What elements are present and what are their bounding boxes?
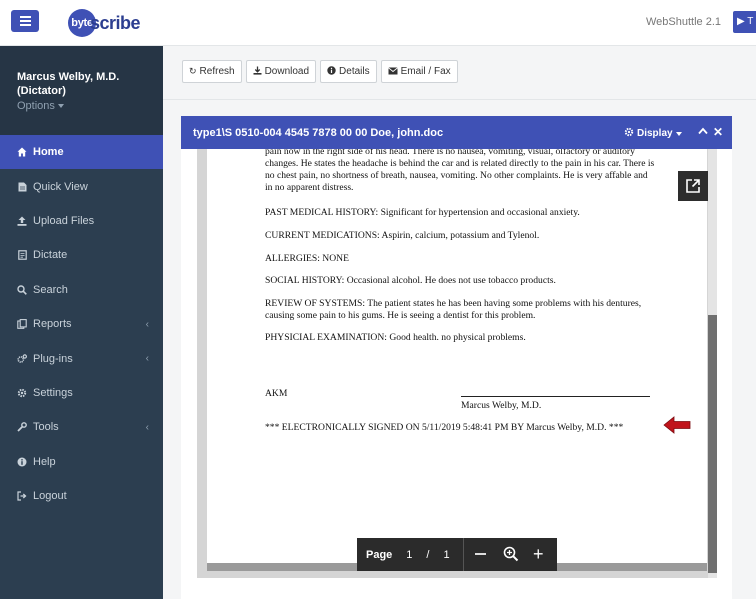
hpi-cut-line: pain now in the right side of his head. … (265, 149, 635, 157)
refresh-button[interactable]: ↻ Refresh (182, 60, 242, 83)
sidebar-item-label: Home (33, 146, 64, 159)
sidebar-item-label: Logout (33, 490, 67, 503)
user-block: Marcus Welby, M.D. (Dictator) Options (0, 46, 163, 135)
document-panel: type1\S 0510-004 4545 7878 00 00 Doe, jo… (181, 116, 732, 599)
author-initials: AKM (265, 388, 288, 399)
sidebar-item-label: Plug-ins (33, 352, 73, 365)
sidebar-item-label: Tools (33, 421, 59, 434)
home-icon (17, 147, 27, 157)
zoom-in-button[interactable]: + (533, 544, 544, 564)
top-right-button[interactable]: ▶ T (733, 11, 756, 33)
chevron-left-icon: ‹ (145, 353, 149, 365)
sidebar-item-logout[interactable]: Logout (0, 479, 163, 513)
file-icon (17, 182, 27, 192)
sidebar-item-dictate[interactable]: Dictate (0, 238, 163, 272)
zoom-out-button[interactable] (473, 544, 487, 564)
sidebar-item-label: Search (33, 283, 68, 296)
caret-down-icon (675, 131, 682, 136)
minus-icon (474, 553, 486, 555)
sidebar-item-label: Upload Files (33, 214, 95, 227)
arrow-left-icon (663, 416, 691, 434)
caret-down-icon (57, 104, 64, 109)
chevron-up-icon[interactable] (698, 126, 708, 138)
refresh-icon: ↻ (189, 66, 197, 76)
sidebar-item-upload-files[interactable]: Upload Files (0, 204, 163, 238)
chevron-left-icon: ‹ (145, 318, 149, 330)
user-name: Marcus Welby, M.D. (17, 71, 120, 83)
sidebar-item-label: Dictate (33, 249, 68, 262)
sidebar-item-help[interactable]: Help (0, 445, 163, 479)
page-separator: / (426, 548, 430, 561)
download-icon (253, 66, 262, 77)
control-divider (463, 538, 464, 571)
sidebar-item-label: Quick View (33, 180, 88, 193)
sidebar-item-label: Reports (33, 318, 72, 331)
document-toolbar: ↻ Refresh Download Details Email / Fax (182, 60, 458, 83)
reports-icon (17, 319, 27, 329)
page-controls: Page 1 / 1 + (357, 538, 557, 571)
total-pages: 1 (443, 548, 450, 561)
sidebar-item-reports[interactable]: Reports ‹ (0, 307, 163, 341)
physical-examination: PHYSICIAL EXAMINATION: Good health. no p… (265, 332, 526, 343)
signature-name: Marcus Welby, M.D. (461, 400, 542, 411)
document-icon (17, 250, 27, 261)
zoom-icon[interactable] (503, 546, 519, 565)
user-role: (Dictator) (17, 85, 66, 97)
upload-icon (17, 216, 27, 226)
sidebar-item-settings[interactable]: Settings (0, 376, 163, 410)
sidebar-item-label: Help (33, 455, 56, 468)
user-options-dropdown[interactable]: Options (17, 99, 163, 113)
signature-line (461, 396, 650, 397)
document-page: pain now in the right side of his head. … (207, 149, 707, 563)
sidebar-item-label: Settings (33, 386, 73, 399)
sidebar: Marcus Welby, M.D. (Dictator) Options Ho… (0, 46, 163, 599)
logo-text: scribe (90, 12, 141, 33)
search-icon (17, 285, 27, 295)
social-history: SOCIAL HISTORY: Occasional alcohol. He d… (265, 275, 556, 286)
details-button[interactable]: Details (320, 60, 377, 83)
scrollbar-thumb[interactable] (708, 315, 717, 573)
app-logo[interactable]: byte scribe (68, 9, 141, 37)
sidebar-item-quick-view[interactable]: Quick View (0, 169, 163, 203)
current-page-input[interactable]: 1 (406, 549, 412, 561)
envelope-icon (387, 66, 398, 77)
allergies: ALLERGIES: NONE (265, 253, 349, 264)
top-bar: byte scribe WebShuttle 2.1 ▶ T (0, 0, 756, 46)
email-fax-button[interactable]: Email / Fax (380, 60, 458, 83)
close-icon[interactable]: ✕ (713, 125, 723, 139)
info-icon (327, 66, 336, 77)
sidebar-nav: Home Quick View Upload Files Dictate Sea… (0, 135, 163, 513)
document-panel-header: type1\S 0510-004 4545 7878 00 00 Doe, jo… (181, 116, 732, 149)
chevron-left-icon: ‹ (145, 422, 149, 434)
document-title: type1\S 0510-004 4545 7878 00 00 Doe, jo… (193, 126, 444, 139)
gears-icon (17, 353, 27, 364)
review-of-systems: REVIEW OF SYSTEMS: The patient states he… (265, 298, 642, 321)
current-medications: CURRENT MEDICATIONS: Aspirin, calcium, p… (265, 230, 540, 241)
menu-toggle-button[interactable] (11, 10, 39, 32)
app-version: WebShuttle 2.1 (646, 16, 722, 28)
download-button[interactable]: Download (245, 60, 317, 83)
info-icon (17, 457, 27, 467)
page-label: Page (366, 548, 393, 561)
open-external-button[interactable] (678, 171, 708, 201)
document-viewer[interactable]: pain now in the right side of his head. … (197, 149, 717, 578)
toolbar-divider (163, 99, 756, 100)
display-dropdown[interactable]: Display (624, 127, 682, 140)
gear-icon (17, 388, 27, 398)
sidebar-item-home[interactable]: Home (0, 135, 163, 170)
electronic-signature: *** ELECTRONICALLY SIGNED ON 5/11/2019 5… (265, 422, 624, 433)
gear-icon (624, 127, 634, 140)
sidebar-item-plug-ins[interactable]: Plug-ins ‹ (0, 341, 163, 375)
wrench-icon (17, 422, 27, 432)
hpi-paragraph: changes. He states the headache is behin… (265, 158, 655, 193)
external-link-icon (686, 179, 700, 193)
sidebar-item-search[interactable]: Search (0, 273, 163, 307)
logout-icon (17, 491, 27, 501)
past-medical-history: PAST MEDICAL HISTORY: Significant for hy… (265, 207, 580, 218)
hamburger-icon (19, 16, 31, 18)
sidebar-item-tools[interactable]: Tools ‹ (0, 410, 163, 444)
play-icon: ▶ (737, 16, 748, 27)
